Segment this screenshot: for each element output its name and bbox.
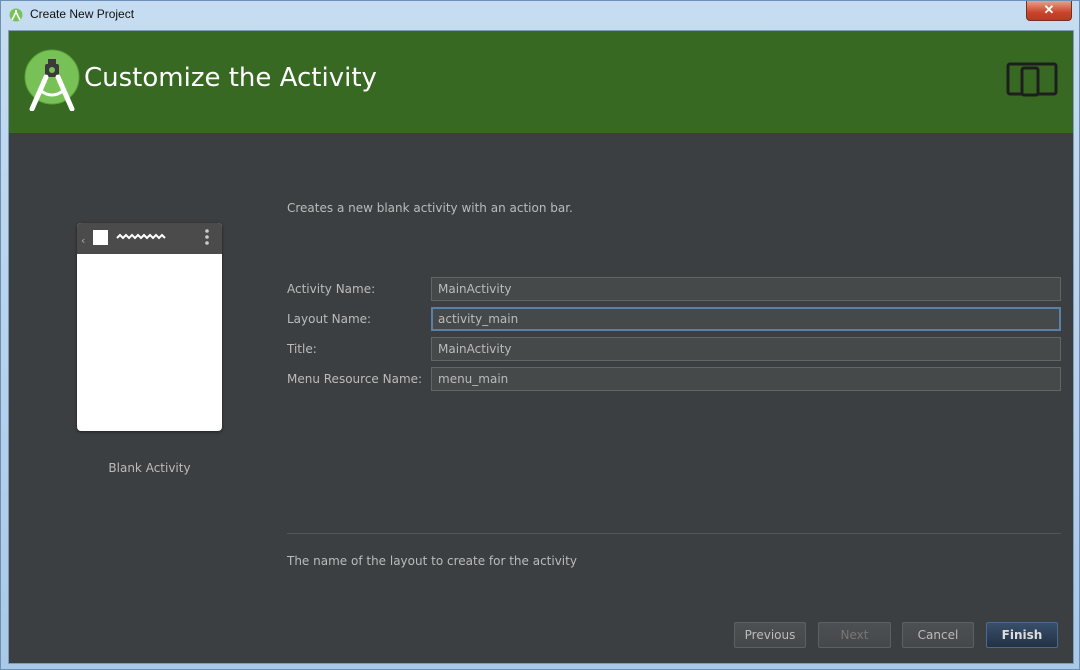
preview-label: Blank Activity bbox=[108, 461, 191, 475]
svg-text:‹: ‹ bbox=[81, 234, 85, 247]
previous-button[interactable]: Previous bbox=[734, 622, 806, 648]
cancel-button[interactable]: Cancel bbox=[902, 622, 974, 648]
layout-name-field[interactable] bbox=[431, 307, 1061, 331]
android-studio-icon bbox=[9, 8, 23, 22]
menu-resource-name-label: Menu Resource Name: bbox=[287, 372, 423, 386]
activity-name-field[interactable] bbox=[431, 277, 1061, 301]
title-bar[interactable]: Create New Project ✕ bbox=[1, 1, 1079, 29]
next-button[interactable]: Next bbox=[818, 622, 891, 648]
title-field[interactable] bbox=[431, 337, 1061, 361]
page-title: Customize the Activity bbox=[84, 63, 377, 93]
activity-description: Creates a new blank activity with an act… bbox=[287, 201, 573, 215]
field-hint: The name of the layout to create for the… bbox=[287, 554, 577, 568]
title-label: Title: bbox=[287, 342, 317, 356]
activity-preview: ‹ bbox=[77, 223, 222, 431]
dialog-content: Customize the Activity Creates a new bla… bbox=[8, 30, 1074, 664]
header-banner: Customize the Activity bbox=[9, 31, 1073, 133]
action-bar-graphic-icon: ‹ bbox=[81, 229, 209, 247]
devices-icon bbox=[1006, 62, 1058, 97]
finish-button[interactable]: Finish bbox=[986, 622, 1058, 648]
divider bbox=[287, 533, 1061, 534]
android-studio-logo-icon bbox=[24, 49, 80, 111]
layout-name-label: Layout Name: bbox=[287, 312, 372, 326]
close-icon: ✕ bbox=[1043, 2, 1055, 17]
window-title: Create New Project bbox=[30, 7, 135, 21]
activity-name-label: Activity Name: bbox=[287, 282, 376, 296]
dialog-window: Create New Project ✕ Customize the Activ… bbox=[0, 0, 1080, 670]
close-button[interactable]: ✕ bbox=[1026, 1, 1072, 21]
preview-action-bar: ‹ bbox=[77, 223, 222, 254]
menu-resource-name-field[interactable] bbox=[431, 367, 1061, 391]
